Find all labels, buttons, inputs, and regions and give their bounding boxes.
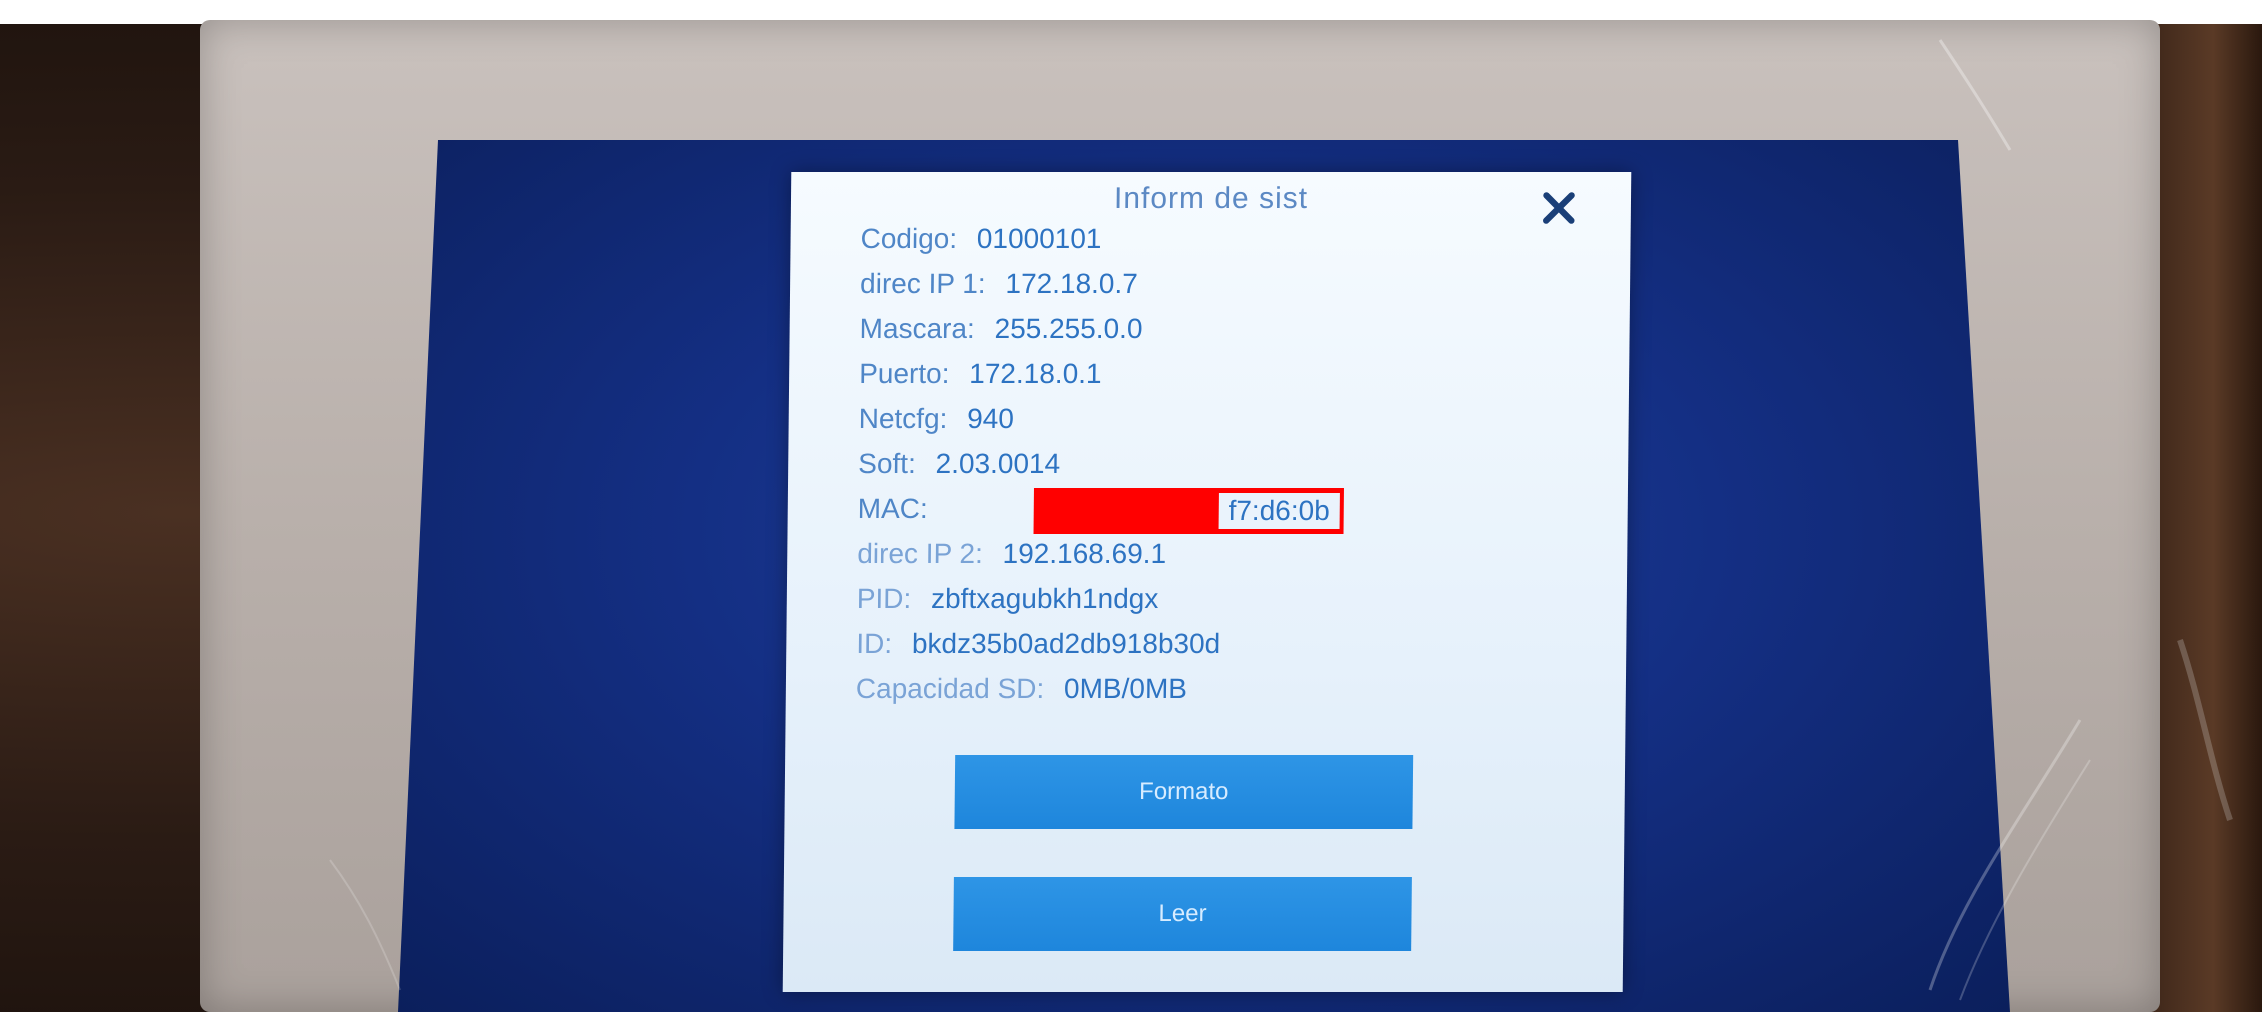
info-label: direc IP 2: xyxy=(857,538,984,569)
info-row-mac: MAC: f7:d6:0b xyxy=(857,486,1578,534)
info-label: Capacidad SD: xyxy=(855,673,1045,704)
info-row-capacidad-sd: Capacidad SD: 0MB/0MB xyxy=(856,666,1576,711)
info-row-mascara: Mascara: 255.255.0.0 xyxy=(859,306,1579,351)
info-label: Netcfg: xyxy=(858,403,948,434)
info-label: direc IP 1: xyxy=(859,268,986,299)
info-value: zbftxagubkh1ndgx xyxy=(930,583,1159,614)
info-value: 0MB/0MB xyxy=(1063,673,1188,704)
info-list: Codigo: 01000101 direc IP 1: 172.18.0.7 … xyxy=(856,216,1581,711)
info-value: bkdz35b0ad2db918b30d xyxy=(911,628,1221,659)
info-row-soft: Soft: 2.03.0014 xyxy=(858,441,1578,486)
info-value: 192.168.69.1 xyxy=(1002,538,1167,569)
info-label: Mascara: xyxy=(859,313,975,344)
info-label: MAC: xyxy=(857,493,928,524)
dialog-title: Inform de sist xyxy=(1113,182,1309,215)
info-value: 172.18.0.1 xyxy=(969,358,1102,389)
info-value: 940 xyxy=(967,403,1015,434)
info-value: 01000101 xyxy=(976,223,1102,254)
mac-visible-value: f7:d6:0b xyxy=(1218,493,1340,529)
info-label: Soft: xyxy=(858,448,916,479)
info-row-direc-ip-1: direc IP 1: 172.18.0.7 xyxy=(860,261,1580,306)
info-label: Codigo: xyxy=(860,223,958,254)
info-label: PID: xyxy=(856,583,912,614)
info-row-codigo: Codigo: 01000101 xyxy=(860,216,1580,261)
info-value: 2.03.0014 xyxy=(935,448,1061,479)
mac-redaction-box: f7:d6:0b xyxy=(1033,488,1344,534)
photo-scene: Inform de sist Codigo: 01000101 direc IP… xyxy=(0,0,2262,1026)
info-row-pid: PID: zbftxagubkh1ndgx xyxy=(857,576,1577,621)
info-label: ID: xyxy=(856,628,893,659)
info-row-puerto: Puerto: 172.18.0.1 xyxy=(859,351,1579,396)
info-row-netcfg: Netcfg: 940 xyxy=(858,396,1578,441)
info-value: 255.255.0.0 xyxy=(994,313,1143,344)
system-info-dialog: Inform de sist Codigo: 01000101 direc IP… xyxy=(782,172,1632,992)
info-row-direc-ip-2: direc IP 2: 192.168.69.1 xyxy=(857,531,1577,576)
info-label: Puerto: xyxy=(859,358,950,389)
info-value: 172.18.0.7 xyxy=(1005,268,1138,299)
leer-button[interactable]: Leer xyxy=(953,877,1412,951)
bottom-border xyxy=(0,1012,2262,1026)
info-row-id: ID: bkdz35b0ad2db918b30d xyxy=(856,621,1576,666)
formato-button[interactable]: Formato xyxy=(954,755,1414,829)
